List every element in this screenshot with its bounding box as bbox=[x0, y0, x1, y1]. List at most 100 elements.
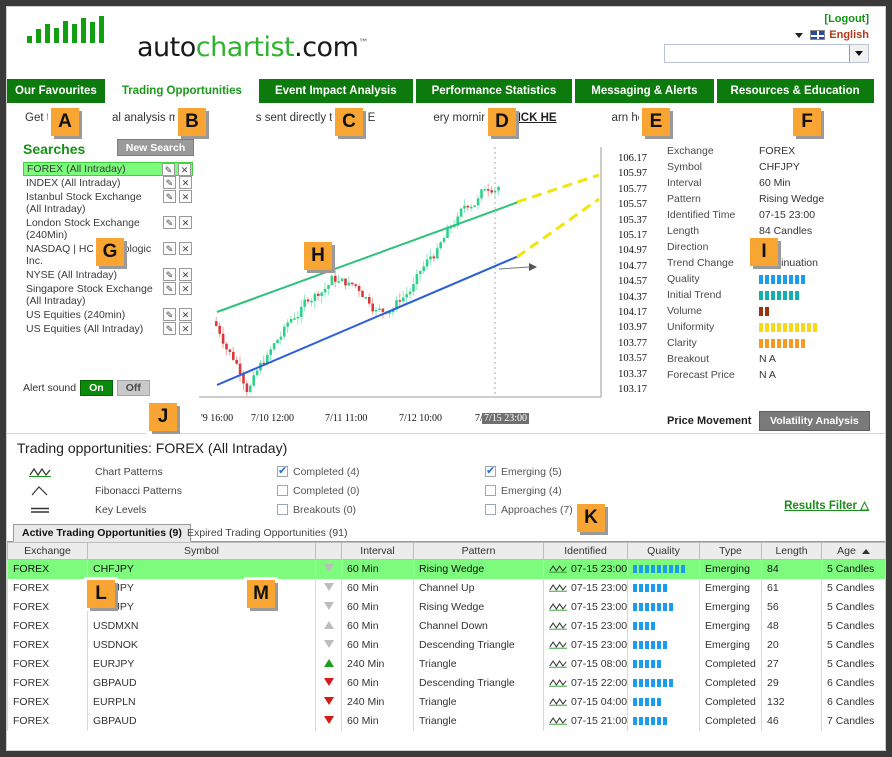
col-pattern[interactable]: Pattern bbox=[414, 543, 544, 560]
cell-length: 56 bbox=[762, 598, 822, 617]
chart-canvas[interactable] bbox=[199, 147, 647, 409]
table-row[interactable]: FOREXUSDMXN60 MinChannel Down07-15 23:00… bbox=[8, 617, 886, 636]
filter-checkbox-completed[interactable]: Breakouts (0) bbox=[277, 500, 360, 519]
fibonacci-icon bbox=[23, 486, 57, 496]
saved-search-item[interactable]: INDEX (All Intraday)✎✕ bbox=[23, 176, 193, 190]
saved-search-actions: ✎✕ bbox=[163, 322, 192, 335]
pencil-icon[interactable]: ✎ bbox=[163, 282, 176, 295]
alert-sound-off-button[interactable]: Off bbox=[117, 380, 150, 396]
nav-tab-our-favourites[interactable]: Our Favourites bbox=[7, 79, 105, 103]
col-length[interactable]: Length bbox=[762, 543, 822, 560]
info-row: Clarity bbox=[667, 335, 882, 351]
saved-search-item[interactable]: Istanbul Stock Exchange (All Intraday)✎✕ bbox=[23, 190, 193, 216]
pencil-icon[interactable]: ✎ bbox=[163, 322, 176, 335]
col-age[interactable]: Age bbox=[822, 543, 886, 560]
filter-checkbox-emerging[interactable]: Emerging (4) bbox=[485, 481, 573, 500]
checkbox[interactable] bbox=[277, 504, 288, 515]
table-row[interactable]: FOREXGBPAUD60 MinDescending Triangle07-1… bbox=[8, 674, 886, 693]
cell-age: 6 Candles bbox=[822, 693, 886, 712]
alert-sound-on-button[interactable]: On bbox=[80, 380, 113, 396]
table-row[interactable]: FOREXGBPAUD60 MinTriangle07-15 21:00Comp… bbox=[8, 712, 886, 731]
filter-checkbox-emerging[interactable]: Approaches (7) bbox=[485, 500, 573, 519]
marker-shadow bbox=[821, 111, 824, 139]
new-search-button[interactable]: New Search bbox=[117, 139, 194, 156]
close-icon[interactable]: ✕ bbox=[179, 216, 192, 229]
close-icon[interactable]: ✕ bbox=[179, 242, 192, 255]
info-label: Clarity bbox=[667, 337, 759, 349]
zigzag-icon bbox=[549, 659, 567, 668]
col-symbol[interactable]: Symbol bbox=[88, 543, 316, 560]
autochartist-logo[interactable]: autochartist.com™ bbox=[25, 15, 275, 65]
language-selector[interactable]: English bbox=[795, 29, 869, 41]
search-input[interactable] bbox=[665, 45, 849, 62]
pencil-icon[interactable]: ✎ bbox=[163, 308, 176, 321]
tab-active-opportunities[interactable]: Active Trading Opportunities (9) bbox=[13, 524, 191, 542]
col-quality[interactable]: Quality bbox=[628, 543, 700, 560]
close-icon[interactable]: ✕ bbox=[178, 163, 191, 176]
cell-type: Emerging bbox=[700, 579, 762, 598]
close-icon[interactable]: ✕ bbox=[179, 176, 192, 189]
nav-tab-trading-opportunities[interactable]: Trading Opportunities bbox=[108, 79, 256, 103]
search-dropdown-button[interactable] bbox=[849, 45, 868, 62]
col-exchange[interactable]: Exchange bbox=[8, 543, 88, 560]
nav-tab-performance-statistics[interactable]: Performance Statistics bbox=[416, 79, 573, 103]
results-filter-toggle[interactable]: Results Filter △ bbox=[784, 498, 869, 512]
saved-search-item[interactable]: NYSE (All Intraday)✎✕ bbox=[23, 268, 193, 282]
volatility-analysis-button[interactable]: Volatility Analysis bbox=[759, 411, 870, 431]
col-direction[interactable] bbox=[316, 543, 342, 560]
cell-identified: 07-15 23:00 bbox=[544, 636, 628, 655]
cell-age: 5 Candles bbox=[822, 598, 886, 617]
pencil-icon[interactable]: ✎ bbox=[163, 216, 176, 229]
marker-shadow bbox=[90, 608, 118, 611]
cell-symbol: EURPLN bbox=[88, 693, 316, 712]
marker-shadow bbox=[181, 136, 209, 139]
checkbox[interactable] bbox=[277, 485, 288, 496]
cell-age: 5 Candles bbox=[822, 655, 886, 674]
saved-search-item[interactable]: Singapore Stock Exchange (All Intraday)✎… bbox=[23, 282, 193, 308]
col-identified[interactable]: Identified bbox=[544, 543, 628, 560]
close-icon[interactable]: ✕ bbox=[179, 322, 192, 335]
saved-search-item[interactable]: US Equities (All Intraday)✎✕ bbox=[23, 322, 193, 336]
pencil-icon[interactable]: ✎ bbox=[163, 190, 176, 203]
pencil-icon[interactable]: ✎ bbox=[163, 242, 176, 255]
table-row[interactable]: FOREXCHFJPY60 MinRising Wedge07-15 23:00… bbox=[8, 560, 886, 579]
saved-search-item[interactable]: US Equities (240min)✎✕ bbox=[23, 308, 193, 322]
close-icon[interactable]: ✕ bbox=[179, 308, 192, 321]
close-icon[interactable]: ✕ bbox=[179, 282, 192, 295]
col-type[interactable]: Type bbox=[700, 543, 762, 560]
filter-checkbox-completed[interactable]: Completed (4) bbox=[277, 462, 360, 481]
zigzag-icon bbox=[549, 602, 567, 611]
quality-bars bbox=[633, 584, 694, 592]
filter-checkbox-completed[interactable]: Completed (0) bbox=[277, 481, 360, 500]
main-navigation: Our Favourites Trading Opportunities Eve… bbox=[7, 79, 885, 103]
pencil-icon[interactable]: ✎ bbox=[162, 163, 175, 176]
checkbox[interactable] bbox=[277, 466, 288, 477]
close-icon[interactable]: ✕ bbox=[179, 190, 192, 203]
checkbox[interactable] bbox=[485, 504, 496, 515]
close-icon[interactable]: ✕ bbox=[179, 268, 192, 281]
checkbox-label: Emerging (4) bbox=[501, 485, 562, 497]
nav-tab-event-impact-analysis[interactable]: Event Impact Analysis bbox=[259, 79, 413, 103]
tab-expired-opportunities[interactable]: Expired Trading Opportunities (91) bbox=[179, 524, 356, 542]
saved-search-item[interactable]: FOREX (All Intraday)✎✕ bbox=[23, 162, 193, 176]
table-row[interactable]: FOREXCHFJPY60 MinChannel Up07-15 23:00Em… bbox=[8, 579, 886, 598]
filter-checkbox-emerging[interactable]: Emerging (5) bbox=[485, 462, 573, 481]
table-row[interactable]: FOREXEURJPY240 MinTriangle07-15 08:00Com… bbox=[8, 655, 886, 674]
checkbox[interactable] bbox=[485, 466, 496, 477]
table-row[interactable]: FOREXEURPLN240 MinTriangle07-15 04:00Com… bbox=[8, 693, 886, 712]
identified-wrap: 07-15 23:00 bbox=[549, 639, 627, 651]
checkbox[interactable] bbox=[485, 485, 496, 496]
pencil-icon[interactable]: ✎ bbox=[163, 176, 176, 189]
nav-tab-messaging-alerts[interactable]: Messaging & Alerts bbox=[575, 79, 713, 103]
logout-link[interactable]: [Logout] bbox=[824, 13, 869, 25]
direction-down-icon bbox=[324, 716, 334, 724]
pattern-chart[interactable]: www.autochartist.com 106.17105.97105.771… bbox=[199, 147, 647, 409]
col-interval[interactable]: Interval bbox=[342, 543, 414, 560]
table-row[interactable]: FOREXUSDNOK60 MinDescending Triangle07-1… bbox=[8, 636, 886, 655]
annotation-marker-l: L bbox=[84, 577, 118, 611]
y-axis-tick: 103.77 bbox=[618, 338, 647, 349]
pencil-icon[interactable]: ✎ bbox=[163, 268, 176, 281]
table-row[interactable]: FOREXNZDJPY60 MinRising Wedge07-15 23:00… bbox=[8, 598, 886, 617]
header-search[interactable] bbox=[664, 44, 869, 63]
nav-tab-resources-education[interactable]: Resources & Education bbox=[717, 79, 874, 103]
